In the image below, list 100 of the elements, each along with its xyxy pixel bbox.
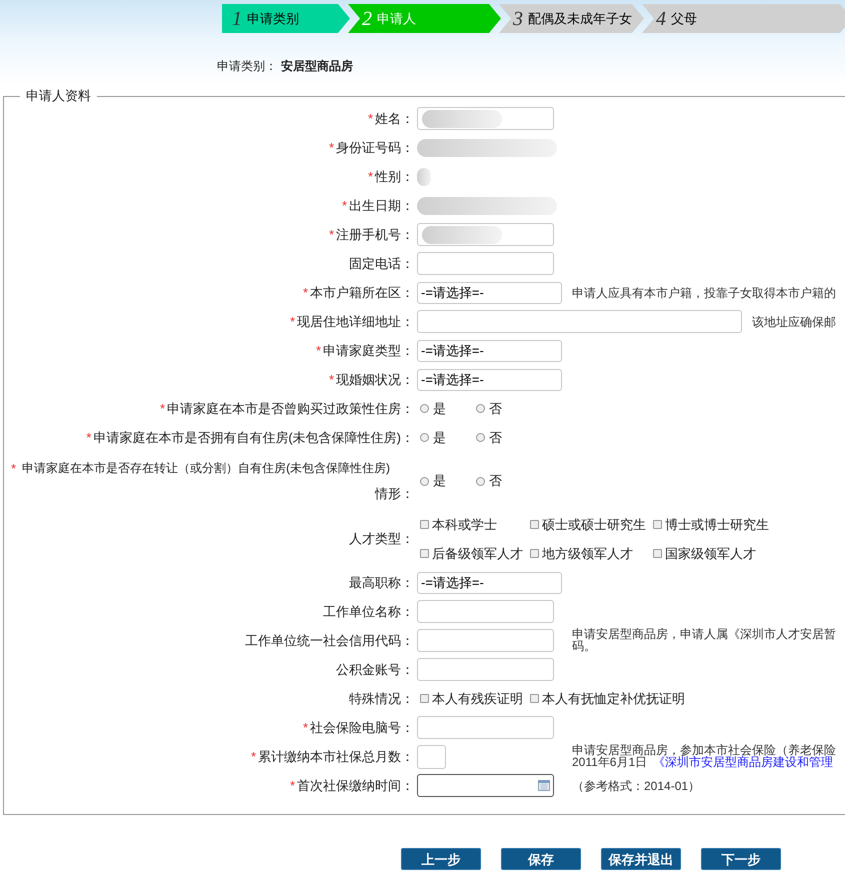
hint-text: 码。 (572, 640, 596, 652)
step-button[interactable]: 保存并退出 (601, 848, 681, 870)
calendar-icon[interactable] (538, 780, 550, 791)
field-label: 特殊情况： (349, 690, 414, 708)
checkbox[interactable] (530, 520, 539, 530)
option-label: 国家级领军人才 (665, 544, 756, 562)
option-label: 本人有抚恤定补优抚证明 (542, 690, 685, 708)
field-label: 申请家庭在本市是否拥有自有住房(未包含保障性住房)： (93, 428, 414, 447)
text-input[interactable] (417, 658, 554, 681)
required-mark: * (328, 138, 334, 157)
field-label: 公积金账号： (336, 660, 414, 679)
date-field[interactable] (417, 774, 554, 797)
option-label: 本人有残疾证明 (432, 690, 523, 708)
option-label: 地方级领军人才 (542, 544, 633, 562)
required-mark: * (290, 776, 295, 795)
text-input[interactable] (417, 744, 446, 768)
hint-text: 该地址应确保邮 (752, 316, 836, 328)
category-label: 申请类别： (217, 58, 277, 75)
field-label: 姓名： (375, 110, 414, 128)
step-button[interactable]: 上一步 (401, 848, 481, 870)
step-button[interactable]: 下一步 (701, 848, 781, 870)
text-input[interactable] (417, 252, 554, 275)
step-tab[interactable]: 4 父母 (642, 4, 845, 33)
field-label: 注册手机号： (336, 226, 414, 244)
checkbox[interactable] (530, 548, 539, 558)
blurred-value (417, 168, 431, 186)
step-tab[interactable]: 1 申请类别 (222, 4, 350, 33)
required-mark: * (302, 718, 308, 737)
hint-text: 申请安居型商品房，申请人属《深圳市人才安居暂 (572, 628, 836, 640)
radio-button[interactable] (476, 433, 485, 442)
radio-button[interactable] (420, 404, 429, 413)
hint-text: 申请安居型商品房，参加本市社会保险（养老保险 (572, 744, 836, 756)
field-label: 固定电话： (349, 254, 414, 273)
text-input[interactable] (417, 629, 554, 652)
required-mark: * (328, 370, 334, 389)
select-field[interactable]: -=请选择=- (417, 368, 562, 390)
option-label: 是 (433, 400, 446, 418)
option-label: 博士或博士研究生 (665, 516, 769, 534)
select-field[interactable]: -=请选择=- (417, 282, 562, 304)
required-mark: * (86, 428, 92, 447)
field-label: 现婚姻状况： (336, 370, 414, 389)
text-input[interactable] (417, 223, 554, 246)
regulation-link[interactable]: 《深圳市安居型商品房建设和管理 (653, 756, 834, 768)
select-field[interactable]: -=请选择=- (417, 340, 562, 362)
required-mark: * (250, 748, 256, 766)
field-label: 出生日期： (349, 196, 414, 215)
checkbox[interactable] (420, 520, 429, 530)
category-value: 安居型商品房 (281, 58, 353, 75)
hint-text: 申请人应具有本市户籍，投靠子女取得本市户籍的 (572, 286, 836, 298)
text-input[interactable] (417, 310, 742, 333)
option-label: 是 (433, 472, 446, 490)
radio-button[interactable] (420, 433, 429, 442)
option-label: 否 (489, 400, 502, 418)
option-label: 否 (489, 428, 502, 447)
field-label: 情形： (375, 484, 414, 502)
section-title: 申请人资料 (20, 87, 97, 105)
checkbox[interactable] (653, 548, 662, 558)
field-label: 工作单位统一社会信用代码： (245, 632, 414, 650)
required-mark: * (342, 196, 347, 215)
required-mark: * (302, 284, 308, 302)
option-label: 后备级领军人才 (432, 544, 523, 562)
hint-text: 2011年6月1日 (572, 756, 648, 768)
field-label: 最高职称： (349, 574, 414, 592)
required-mark: * (160, 400, 165, 418)
field-label: 申请家庭类型： (323, 342, 414, 360)
required-mark: * (316, 342, 321, 360)
checkbox[interactable] (530, 694, 539, 703)
required-mark: * (328, 226, 334, 244)
field-label: 人才类型： (349, 530, 414, 548)
option-label: 否 (489, 472, 502, 490)
step-tab[interactable]: 3 配偶及未成年子女 (499, 4, 644, 33)
hint-text: （参考格式：2014-01） (572, 780, 700, 792)
checkbox[interactable] (420, 548, 429, 558)
option-label: 是 (433, 428, 446, 447)
text-input[interactable] (417, 716, 554, 739)
field-label: 申请家庭在本市是否曾购买过政策性住房： (167, 400, 414, 418)
checkbox[interactable] (653, 520, 662, 530)
field-label: 性别： (375, 168, 414, 186)
radio-button[interactable] (476, 476, 485, 486)
select-field[interactable]: -=请选择=- (417, 572, 562, 594)
field-label: 现居住地详细地址： (297, 312, 414, 331)
field-label: 身份证号码： (336, 138, 414, 157)
field-label: 首次社保缴纳时间： (297, 776, 414, 795)
required-mark: * (368, 168, 373, 186)
option-label: 本科或学士 (432, 516, 497, 534)
field-label: 申请家庭在本市是否存在转让（或分割）自有住房(未包含保障性住房) (22, 460, 390, 477)
radio-button[interactable] (420, 476, 429, 486)
field-label: 社会保险电脑号： (310, 718, 414, 737)
option-label: 硕士或硕士研究生 (542, 516, 646, 534)
required-mark: * (368, 110, 373, 128)
required-mark: * (11, 460, 16, 478)
field-label: 本市户籍所在区： (310, 284, 414, 302)
field-label: 工作单位名称： (323, 602, 414, 621)
checkbox[interactable] (420, 694, 429, 703)
text-input[interactable] (417, 107, 554, 130)
text-input[interactable] (417, 600, 554, 623)
field-label: 累计缴纳本市社保总月数： (258, 748, 414, 766)
required-mark: * (290, 312, 295, 331)
radio-button[interactable] (476, 404, 485, 413)
step-button[interactable]: 保存 (501, 848, 581, 870)
